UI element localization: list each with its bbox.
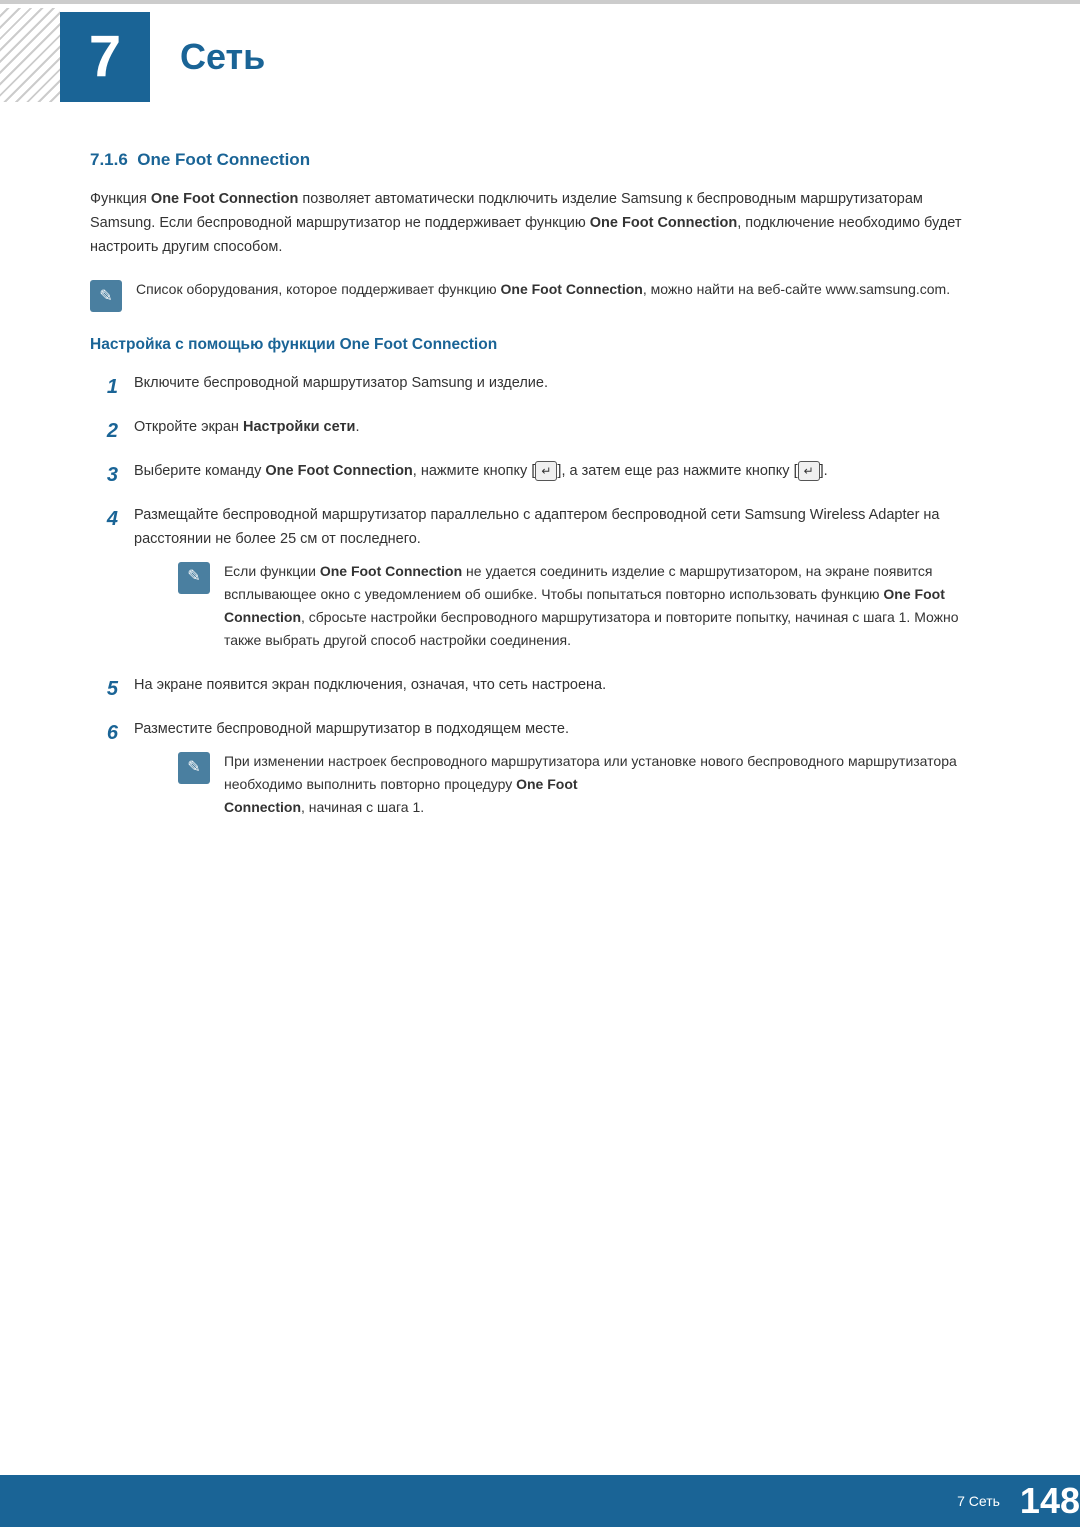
note-box-step6: При изменении настроек беспроводного мар…: [178, 750, 990, 819]
note-box-step4: Если функции One Foot Connection не удае…: [178, 560, 990, 652]
chapter-number: 7: [89, 28, 121, 86]
step-item-5: 5 На экране появится экран подключения, …: [90, 674, 990, 704]
note-icon-step4: [178, 562, 210, 594]
subsection-heading: Настройка с помощью функции One Foot Con…: [90, 336, 990, 354]
main-content: 7.1.6 One Foot Connection Функция One Fo…: [0, 150, 1080, 941]
chapter-number-box: 7: [60, 12, 150, 102]
step-content-6: Разместите беспроводной маршрутизатор в …: [134, 718, 990, 827]
chapter-header: 7 Сеть: [0, 0, 1080, 110]
step-number-5: 5: [90, 674, 118, 704]
footer: 7 Сеть 148: [0, 1475, 1080, 1527]
note-text-step6: При изменении настроек беспроводного мар…: [224, 750, 990, 819]
step-item-3: 3 Выберите команду One Foot Connection, …: [90, 460, 990, 490]
note-icon-step6: [178, 752, 210, 784]
note-box-1: Список оборудования, которое поддерживае…: [90, 278, 990, 312]
button-icon-2: ↵: [798, 461, 820, 482]
step-item-1: 1 Включите беспроводной маршрутизатор Sa…: [90, 372, 990, 402]
step-number-1: 1: [90, 372, 118, 402]
step-number-4: 4: [90, 504, 118, 534]
bold-term-note1: One Foot Connection: [501, 281, 643, 297]
section-heading: 7.1.6 One Foot Connection: [90, 150, 990, 170]
step-item-2: 2 Откройте экран Настройки сети.: [90, 416, 990, 446]
bold-term-step4b: One Foot Connection: [224, 586, 945, 625]
step-number-3: 3: [90, 460, 118, 490]
chapter-title: Сеть: [180, 36, 265, 78]
step-item-4: 4 Размещайте беспроводной маршрутизатор …: [90, 504, 990, 660]
note-text-1: Список оборудования, которое поддерживае…: [136, 278, 950, 301]
bold-term-step4a: One Foot Connection: [320, 563, 462, 579]
section-id: 7.1.6: [90, 150, 128, 169]
note-icon-1: [90, 280, 122, 312]
intro-paragraph: Функция One Foot Connection позволяет ав…: [90, 188, 990, 260]
step-number-2: 2: [90, 416, 118, 446]
bold-term-step2: Настройки сети: [243, 419, 355, 435]
bold-term-step6a: One FootConnection: [224, 776, 578, 815]
step-content-2: Откройте экран Настройки сети.: [134, 416, 990, 440]
step-list: 1 Включите беспроводной маршрутизатор Sa…: [90, 372, 990, 827]
step-content-3: Выберите команду One Foot Connection, на…: [134, 460, 990, 484]
step-content-1: Включите беспроводной маршрутизатор Sams…: [134, 372, 990, 396]
bold-term-step3: One Foot Connection: [265, 463, 412, 479]
bold-term-2: One Foot Connection: [590, 215, 737, 231]
footer-page-number: 148: [1020, 1483, 1080, 1519]
note-text-step4: Если функции One Foot Connection не удае…: [224, 560, 990, 652]
step-content-5: На экране появится экран подключения, оз…: [134, 674, 990, 698]
footer-label: 7 Сеть: [957, 1493, 1000, 1509]
step-item-6: 6 Разместите беспроводной маршрутизатор …: [90, 718, 990, 827]
step-content-4: Размещайте беспроводной маршрутизатор па…: [134, 504, 990, 660]
footer-inner: 7 Сеть 148: [957, 1483, 1080, 1519]
step-number-6: 6: [90, 718, 118, 748]
button-icon-1: ↵: [535, 461, 557, 482]
bold-term-1: One Foot Connection: [151, 191, 298, 207]
section-title: One Foot Connection: [137, 150, 310, 169]
